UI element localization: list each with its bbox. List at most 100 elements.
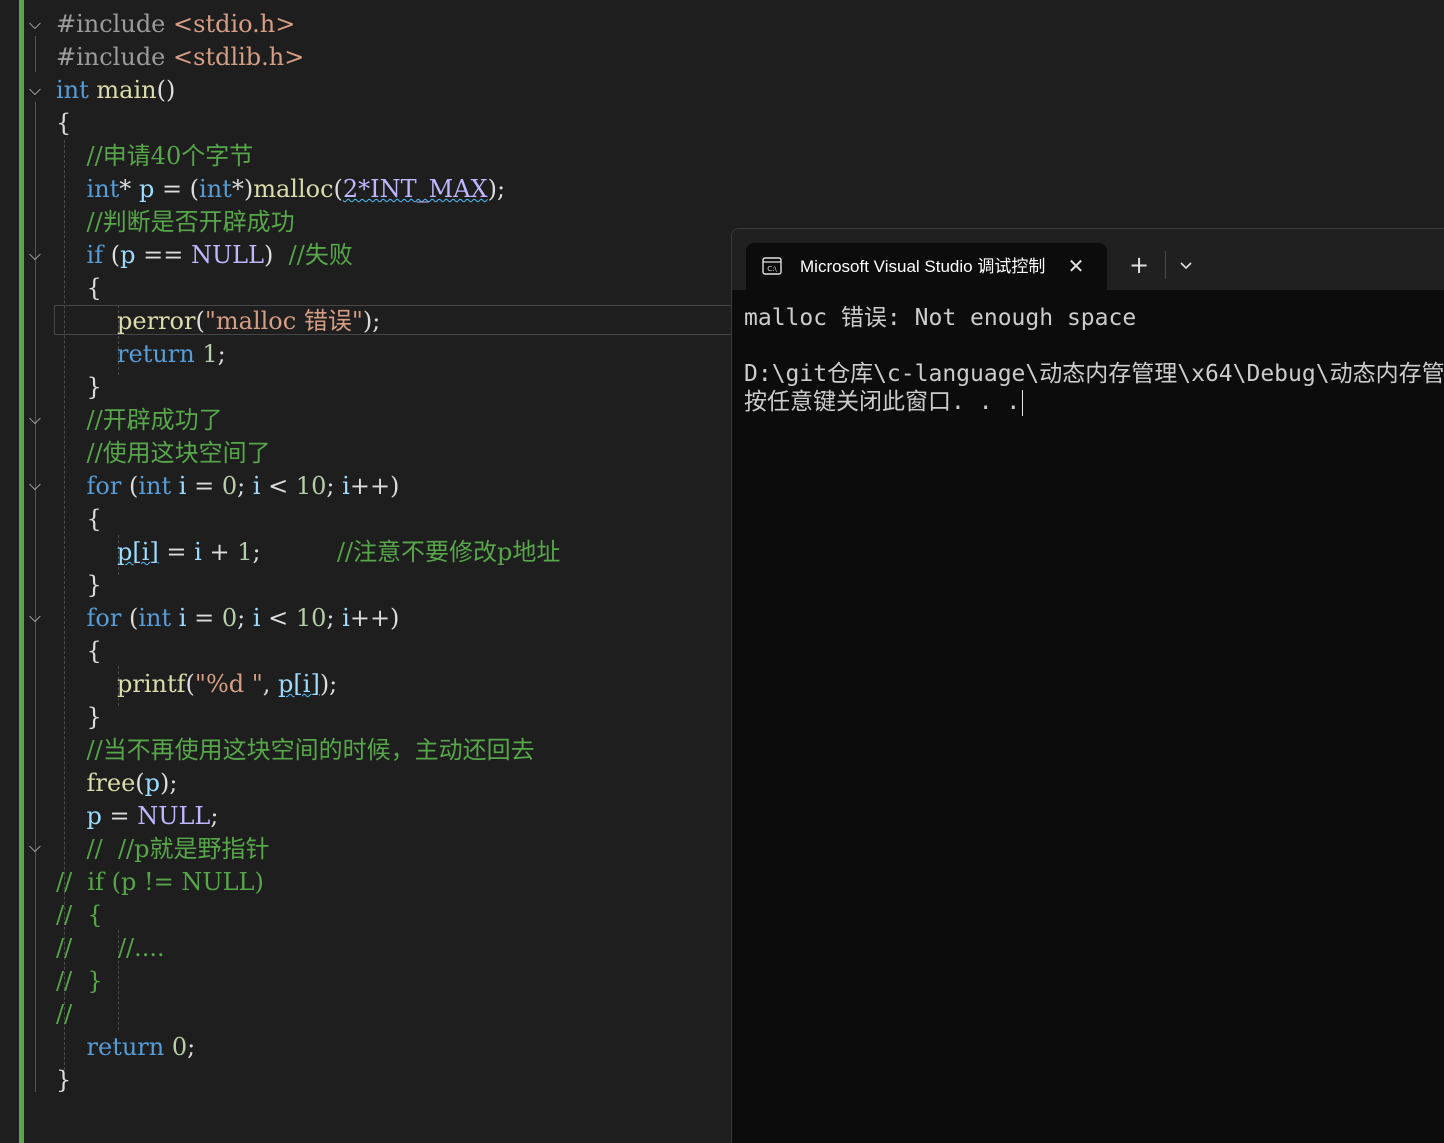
code-line[interactable]: if (p == NULL) //失败 xyxy=(56,239,353,272)
code-token: p[i] xyxy=(117,538,159,566)
code-token: () xyxy=(156,76,176,104)
code-line[interactable]: perror("malloc 错误"); xyxy=(56,305,380,338)
code-line[interactable]: //开辟成功了 xyxy=(56,404,223,437)
code-line[interactable]: } xyxy=(56,701,102,734)
code-token: int xyxy=(199,175,232,203)
console-line-prompt: 按任意键关闭此窗口. . . xyxy=(744,388,1024,416)
code-token: ; xyxy=(237,604,253,632)
code-line[interactable]: // //p就是野指针 xyxy=(56,833,270,866)
code-token: i xyxy=(342,604,350,632)
code-token: i xyxy=(194,538,202,566)
close-icon[interactable]: ✕ xyxy=(1065,255,1087,277)
code-line[interactable]: // } xyxy=(56,965,103,998)
code-token: ( xyxy=(195,307,205,335)
code-line[interactable]: // xyxy=(56,998,72,1031)
code-token: 1 xyxy=(202,340,218,368)
code-line[interactable]: } xyxy=(56,1064,71,1097)
console-line: D:\git仓库\c-language\动态内存管理\x64\Debug\动态内… xyxy=(744,361,1444,387)
code-line[interactable]: //当不再使用这块空间的时候，主动还回去 xyxy=(56,734,535,767)
code-token: 10 xyxy=(295,472,327,500)
code-token: == xyxy=(135,241,191,269)
code-token: ( xyxy=(103,241,121,269)
code-token: p xyxy=(86,802,102,830)
code-token: p xyxy=(120,241,136,269)
code-line[interactable]: for (int i = 0; i < 10; i++) xyxy=(56,470,400,503)
code-token: return xyxy=(86,1033,165,1061)
code-token: ++) xyxy=(349,604,400,632)
code-line[interactable]: // //.... xyxy=(56,932,165,965)
code-token: ( xyxy=(185,670,195,698)
code-line[interactable]: for (int i = 0; i < 10; i++) xyxy=(56,602,400,635)
code-token: ; xyxy=(326,604,343,632)
code-line[interactable]: //判断是否开辟成功 xyxy=(56,206,295,239)
code-token: } xyxy=(56,1066,72,1094)
code-token: #include xyxy=(56,43,174,71)
code-token: int xyxy=(138,472,172,500)
code-line[interactable]: int* p = (int*)malloc(2*INT_MAX); xyxy=(56,173,506,206)
debug-console-window[interactable]: C:\ Microsoft Visual Studio 调试控制台 ✕ + ma… xyxy=(731,228,1444,1143)
code-token: { xyxy=(56,109,72,137)
code-token: p[i] xyxy=(278,670,320,698)
code-line[interactable]: //申请40个字节 xyxy=(56,140,254,173)
code-token: ; xyxy=(237,472,253,500)
code-token: ; xyxy=(217,340,226,368)
code-token: free xyxy=(86,769,136,797)
code-line[interactable]: } xyxy=(56,371,102,404)
code-line[interactable]: #include <stdio.h> xyxy=(56,8,295,41)
svg-text:C:\: C:\ xyxy=(767,265,777,273)
code-token: ; xyxy=(210,802,219,830)
code-token: i xyxy=(252,472,261,500)
code-token: ; xyxy=(187,1033,196,1061)
code-line[interactable]: #include <stdlib.h> xyxy=(56,41,304,74)
code-token: ( xyxy=(121,472,139,500)
code-line[interactable]: return 0; xyxy=(56,1031,196,1064)
code-line[interactable]: { xyxy=(56,503,102,536)
code-line[interactable]: p = NULL; xyxy=(56,800,219,833)
code-token: ); xyxy=(319,670,338,698)
code-token: = xyxy=(158,538,195,566)
code-token: // { xyxy=(56,901,103,929)
code-line[interactable]: int main() xyxy=(56,74,175,107)
code-token: p xyxy=(144,769,161,797)
code-token: perror xyxy=(117,307,196,335)
code-token: // if (p != NULL) xyxy=(56,868,264,896)
code-line[interactable]: { xyxy=(56,107,71,140)
chevron-down-icon[interactable] xyxy=(1174,251,1198,279)
new-tab-plus-icon[interactable]: + xyxy=(1125,251,1153,279)
code-token: // } xyxy=(56,967,103,995)
code-token: for xyxy=(86,472,122,500)
code-token: ( xyxy=(135,769,145,797)
code-line[interactable]: //使用这块空间了 xyxy=(56,437,271,470)
code-token: 10 xyxy=(295,604,327,632)
console-tab[interactable]: C:\ Microsoft Visual Studio 调试控制台 ✕ xyxy=(746,243,1107,290)
code-line[interactable]: { xyxy=(56,635,102,668)
code-line[interactable]: free(p); xyxy=(56,767,178,800)
console-output[interactable]: malloc 错误: Not enough space D:\git仓库\c-l… xyxy=(744,290,1444,1140)
code-line[interactable]: printf("%d ", p[i]); xyxy=(56,668,337,701)
code-token: { xyxy=(56,505,102,533)
code-token: // xyxy=(56,1000,73,1028)
code-line[interactable]: } xyxy=(56,569,102,602)
code-line[interactable]: // { xyxy=(56,899,103,932)
code-line[interactable]: { xyxy=(56,272,102,305)
code-line[interactable]: p[i] = i + 1; //注意不要修改p地址 xyxy=(56,536,560,569)
code-token: ( xyxy=(121,604,139,632)
code-token: NULL xyxy=(190,241,265,269)
code-token: ( xyxy=(333,175,343,203)
code-line[interactable]: return 1; xyxy=(56,338,226,371)
console-tab-bar: C:\ Microsoft Visual Studio 调试控制台 ✕ + xyxy=(732,229,1444,290)
code-line[interactable]: // if (p != NULL) xyxy=(56,866,264,899)
code-token: 0 xyxy=(171,1033,188,1061)
